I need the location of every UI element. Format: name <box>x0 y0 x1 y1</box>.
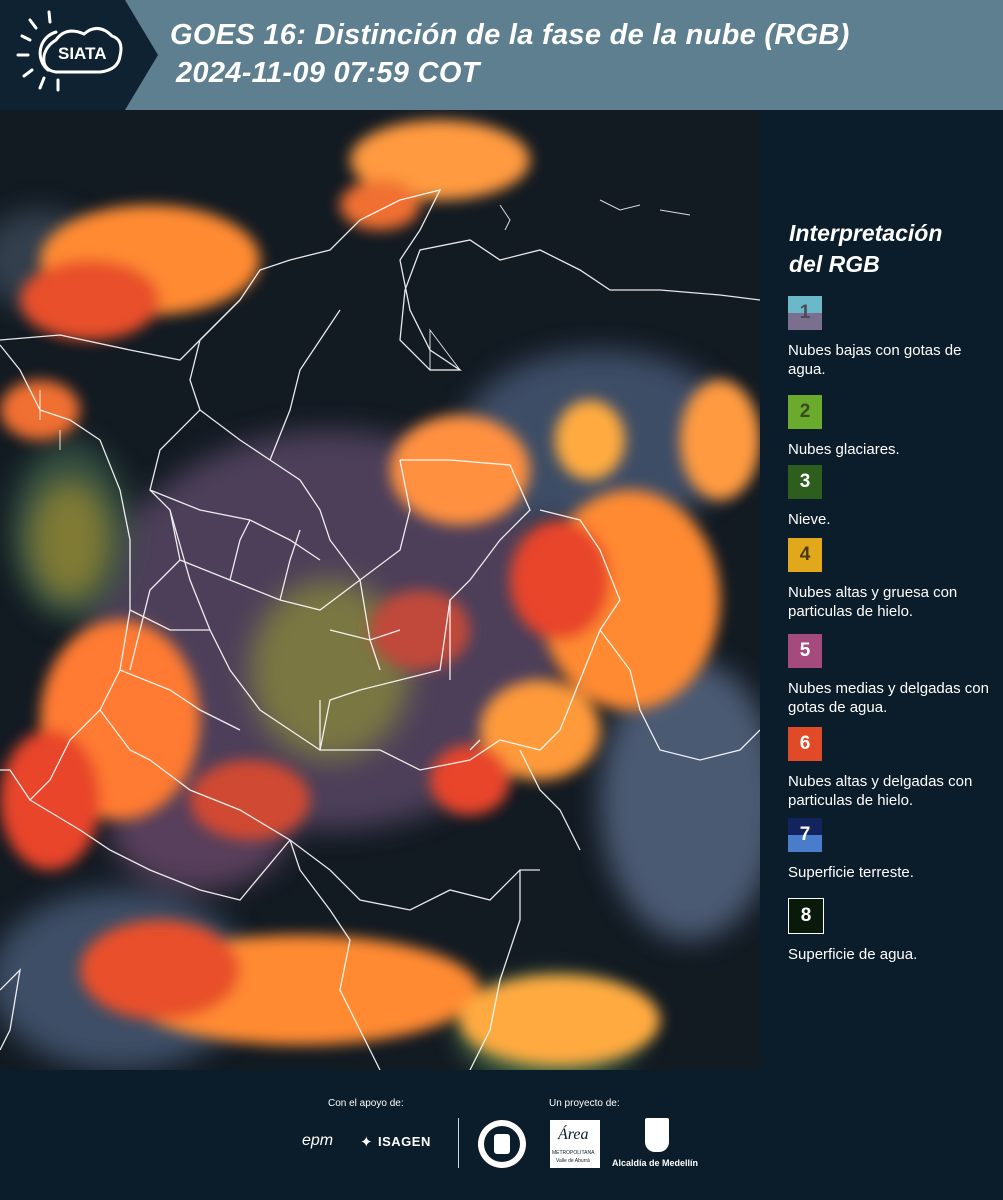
legend-number: 4 <box>799 544 811 565</box>
alcaldia-logo: Alcaldía de Medellín <box>612 1158 699 1168</box>
legend-title: Interpretación del RGB <box>789 218 942 280</box>
title-timestamp: 2024-11-09 07:59 COT <box>176 57 480 89</box>
legend-swatch: 1 <box>788 296 822 330</box>
siata-logo-text: SIATA <box>58 44 107 63</box>
legend-item: 5 Nubes medias y delgadas con gotas de ag… <box>788 634 998 717</box>
legend-number: 1 <box>799 302 811 323</box>
siata-logo-box: SIATA <box>0 0 158 110</box>
legend-number: 3 <box>799 471 811 492</box>
legend-title-line2: del RGB <box>789 251 880 277</box>
legend-item: 2 Nubes glaciares. <box>788 395 998 459</box>
legend-item: 1 Nubes bajas con gotas de agua. <box>788 296 998 379</box>
legend-number: 2 <box>799 401 811 422</box>
page-title: GOES 16: Distinción de la fase de la nub… <box>170 16 850 92</box>
isagen-logo: ISAGEN <box>378 1134 431 1149</box>
area-logo-sub1: METROPOLITANA <box>552 1150 595 1156</box>
legend-swatch: 8 <box>788 898 824 934</box>
project-label: Un proyecto de: <box>549 1098 620 1109</box>
support-label: Con el apoyo de: <box>328 1098 404 1109</box>
legend-swatch: 6 <box>788 727 822 761</box>
header-bar: SIATA GOES 16: Distinción de la fase de … <box>0 0 1003 110</box>
legend-label: Superficie terreste. <box>788 864 914 881</box>
epm-logo: epm <box>302 1132 334 1149</box>
legend-item: 7 Superficie terreste. <box>788 818 998 882</box>
legend-label: Nieve. <box>788 511 831 528</box>
footer-divider <box>458 1118 459 1168</box>
legend-label: Nubes bajas con gotas de agua. <box>788 342 962 378</box>
title-product: GOES 16: Distinción de la fase de la nub… <box>170 19 850 51</box>
legend-item: 3 Nieve. <box>788 465 998 529</box>
footer: Con el apoyo de: Un proyecto de: epm ✦ I… <box>0 1070 1003 1200</box>
legend-number: 7 <box>799 824 811 845</box>
legend-item: 8 Superficie de agua. <box>788 898 998 964</box>
satellite-image <box>0 110 760 1070</box>
alcaldia-shield-icon <box>645 1118 669 1152</box>
isagen-icon: ✦ <box>360 1134 373 1151</box>
area-logo-text: Área <box>558 1126 589 1143</box>
legend-label: Superficie de agua. <box>788 946 918 963</box>
legend-panel: Interpretación del RGB 1 Nubes bajas con … <box>760 110 1003 1070</box>
legend-number: 5 <box>799 640 811 661</box>
legend-swatch: 2 <box>788 395 822 429</box>
legend-item: 6 Nubes altas y delgadas con particulas d… <box>788 727 998 810</box>
legend-label: Nubes glaciares. <box>788 441 900 458</box>
area-logo-sub2: Valle de Aburrá <box>556 1158 590 1164</box>
legend-label: Nubes medias y delgadas con gotas de agu… <box>788 680 989 716</box>
legend-number: 8 <box>800 905 812 926</box>
medellin-seal-icon <box>478 1120 526 1168</box>
legend-swatch: 3 <box>788 465 822 499</box>
legend-label: Nubes altas y delgadas con particulas de… <box>788 773 973 809</box>
legend-swatch: 7 <box>788 818 822 852</box>
satellite-map <box>0 110 760 1070</box>
legend-title-line1: Interpretación <box>789 220 943 246</box>
legend-label: Nubes altas y gruesa con particulas de h… <box>788 584 958 620</box>
legend-swatch: 5 <box>788 634 822 668</box>
area-metropolitana-logo: Área METROPOLITANA Valle de Aburrá <box>550 1120 600 1168</box>
legend-number: 6 <box>799 733 811 754</box>
legend-item: 4 Nubes altas y gruesa con particulas de … <box>788 538 998 621</box>
legend-swatch: 4 <box>788 538 822 572</box>
